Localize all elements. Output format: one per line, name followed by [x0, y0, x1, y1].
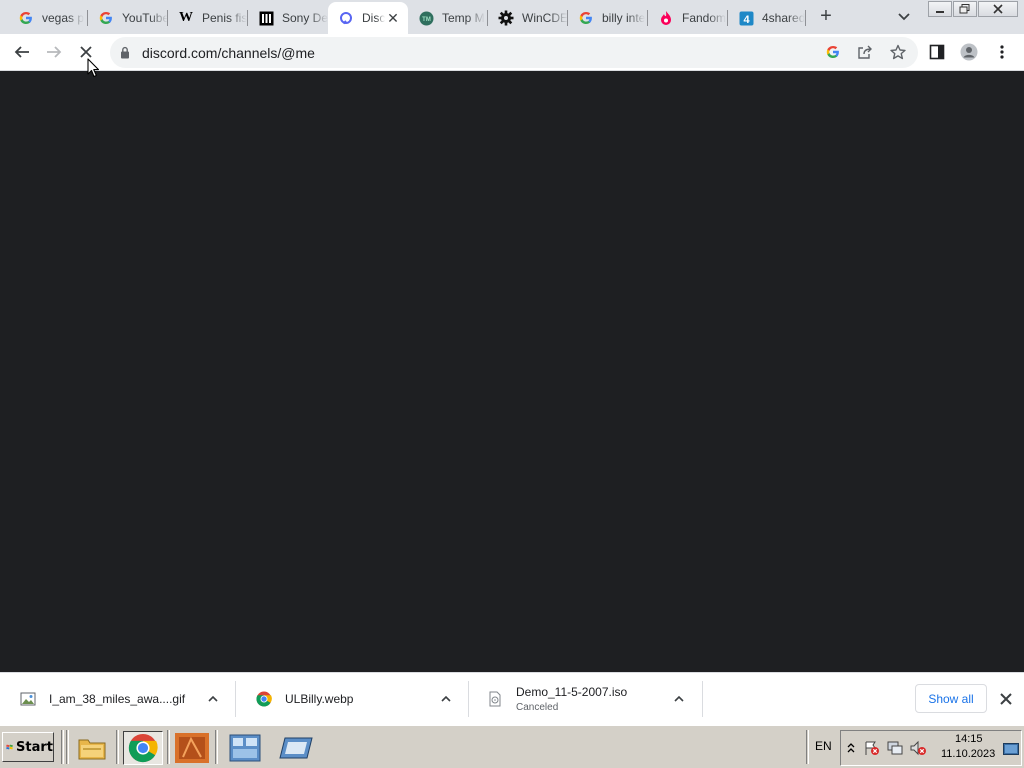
forward-button[interactable] [40, 38, 68, 66]
tab-title: WinCDE [522, 11, 568, 25]
browser-menu-button[interactable] [988, 38, 1016, 66]
google-icon [578, 10, 594, 26]
download-shelf: I_am_38_miles_awa....gif ULBilly.webp De… [0, 672, 1024, 725]
google-lens-icon[interactable] [826, 45, 840, 64]
profile-avatar-icon [960, 43, 978, 61]
window-restore-button[interactable] [953, 1, 977, 17]
show-desktop-icon[interactable] [1003, 743, 1019, 755]
volume-muted-icon[interactable] [909, 740, 927, 756]
tab-fandom[interactable]: Fandom [648, 4, 728, 32]
page-content-discord[interactable] [0, 71, 1024, 672]
url-text[interactable]: discord.com/channels/@me [142, 45, 315, 61]
image-file-icon [20, 692, 36, 706]
clock-time[interactable]: 14:15 [955, 733, 983, 745]
chrome-icon [128, 733, 158, 763]
lock-icon[interactable] [120, 46, 130, 59]
tab-title: Sony De [282, 11, 328, 25]
forward-arrow-icon [47, 46, 62, 58]
tab-sony[interactable]: Sony De [248, 4, 328, 32]
download-filename: ULBilly.webp [285, 692, 354, 706]
share-icon[interactable] [857, 45, 873, 65]
download-item[interactable]: I_am_38_miles_awa....gif [0, 673, 236, 725]
chevron-up-icon[interactable] [206, 692, 220, 706]
svg-text:4: 4 [743, 14, 750, 26]
tab-billy[interactable]: billy inte [568, 4, 648, 32]
tab-search-chevron-icon[interactable] [894, 8, 914, 26]
clock-date[interactable]: 11.10.2023 [941, 748, 995, 760]
show-all-downloads-button[interactable]: Show all [915, 684, 987, 713]
start-button[interactable]: Start [2, 732, 54, 762]
tab-title: Fandom [682, 11, 727, 25]
windows-taskbar: Start EN 14:15 11.10.2023 [0, 725, 1024, 768]
orange-app-icon [175, 733, 209, 763]
google-icon [18, 10, 34, 26]
wikipedia-icon: W [179, 10, 193, 25]
tab-title: Temp M [442, 11, 485, 25]
network-app-button[interactable] [276, 731, 316, 765]
tempmail-icon: TM [418, 10, 434, 26]
side-panel-icon [929, 44, 945, 60]
show-hidden-icons-chevron[interactable] [846, 741, 856, 755]
back-arrow-icon [14, 46, 29, 58]
download-item[interactable]: Demo_11-5-2007.iso Canceled [469, 673, 703, 725]
download-item[interactable]: ULBilly.webp [236, 673, 469, 725]
download-filename: Demo_11-5-2007.iso [516, 685, 628, 699]
discord-icon [338, 10, 354, 26]
disc-image-file-icon [489, 691, 501, 707]
windows-logo-icon [6, 744, 13, 750]
address-bar[interactable]: discord.com/channels/@me [110, 37, 918, 68]
language-indicator[interactable]: EN [815, 739, 832, 753]
kebab-menu-icon [1000, 45, 1004, 59]
control-panel-button[interactable] [225, 731, 265, 765]
tab-title: vegas p [42, 11, 85, 25]
close-tab-icon[interactable]: ✕ [386, 11, 400, 25]
control-panel-icon [229, 734, 261, 762]
tab-youtube[interactable]: YouTube [88, 4, 168, 32]
back-button[interactable] [8, 38, 36, 66]
chevron-up-icon[interactable] [439, 692, 453, 706]
tab-title: Disc [362, 11, 386, 25]
media-app-button[interactable] [172, 731, 212, 765]
stop-icon [80, 46, 92, 58]
fandom-icon [658, 10, 674, 26]
chrome-icon [256, 691, 272, 707]
svg-text:TM: TM [422, 17, 431, 23]
file-explorer-button[interactable] [72, 731, 112, 765]
window-app-icon [279, 737, 313, 759]
window-minimize-button[interactable] [928, 1, 952, 17]
gear-icon [498, 10, 514, 26]
new-tab-button[interactable]: + [814, 6, 838, 28]
download-filename: I_am_38_miles_awa....gif [49, 692, 186, 706]
tab-strip: vegas p YouTube W Penis fis Sony De Disc… [0, 0, 1024, 34]
profile-button[interactable] [955, 38, 983, 66]
tab-title: 4shared [762, 11, 806, 25]
tab-4shared[interactable]: 4 4shared [728, 4, 806, 32]
chevron-up-icon[interactable] [672, 692, 686, 706]
bookmark-star-icon[interactable] [890, 44, 906, 65]
mouse-cursor-icon [87, 58, 100, 78]
download-status: Canceled [516, 702, 559, 713]
browser-toolbar: discord.com/channels/@me [0, 34, 1024, 71]
side-panel-button[interactable] [923, 38, 951, 66]
tab-title: billy inte [602, 11, 646, 25]
tab-wincde[interactable]: WinCDE [488, 4, 568, 32]
tab-vegas[interactable]: vegas p [8, 4, 88, 32]
tab-discord[interactable]: Disc ✕ [328, 2, 408, 34]
tab-wikipedia[interactable]: W Penis fis [168, 4, 248, 32]
folder-icon [78, 739, 106, 760]
4shared-icon: 4 [738, 10, 754, 26]
tab-tempmail[interactable]: TM Temp M [408, 4, 488, 32]
tab-title: Penis fis [202, 11, 248, 25]
museum-icon [258, 10, 274, 26]
google-icon [98, 10, 114, 26]
network-icon[interactable] [886, 740, 904, 756]
start-label: Start [16, 739, 53, 755]
chrome-taskbar-button[interactable] [123, 731, 163, 765]
close-shelf-icon[interactable] [997, 690, 1015, 708]
window-close-button[interactable] [978, 1, 1018, 17]
tab-title: YouTube [122, 11, 168, 25]
action-center-flag-icon[interactable] [863, 740, 881, 756]
